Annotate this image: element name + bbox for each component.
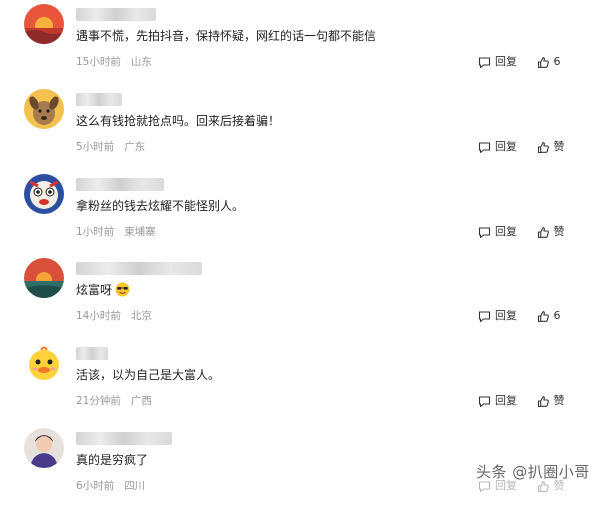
comment-actions: 回复 赞 — [478, 393, 565, 413]
comment-actions: 回复 6 — [478, 308, 561, 328]
avatar[interactable] — [24, 174, 64, 214]
comment-text-content: 炫富呀 — [76, 283, 113, 297]
reply-label: 回复 — [495, 225, 517, 238]
thumbs-up-icon — [537, 310, 549, 322]
comment-time: 15小时前 — [76, 56, 121, 68]
comment-text: 真的是穷疯了 — [76, 453, 149, 467]
username-blurred[interactable] — [76, 262, 202, 275]
like-button[interactable]: 赞 — [537, 393, 565, 409]
reply-button[interactable]: 回复 — [478, 224, 517, 240]
reply-label: 回复 — [495, 55, 517, 68]
username-blurred[interactable] — [76, 8, 156, 21]
comment-location: 广东 — [124, 141, 146, 153]
like-count: 6 — [553, 309, 561, 322]
comment-time: 14小时前 — [76, 310, 121, 322]
like-label: 赞 — [553, 225, 565, 238]
sunglasses-emoji-icon — [115, 282, 130, 301]
username-blurred[interactable] — [76, 432, 172, 445]
comment-meta: 1小时前 柬埔寨 — [76, 225, 156, 239]
like-button[interactable]: 赞 — [537, 139, 565, 155]
username-blurred[interactable] — [76, 347, 108, 360]
reply-label: 回复 — [495, 140, 517, 153]
like-button[interactable]: 6 — [537, 54, 561, 70]
reply-button[interactable]: 回复 — [478, 139, 517, 155]
username-blurred[interactable] — [76, 93, 122, 106]
comment-actions: 回复 赞 — [478, 224, 565, 244]
comment-text: 遇事不慌，先拍抖音，保持怀疑，网红的话一句都不能信 — [76, 29, 377, 43]
comment-location: 柬埔寨 — [124, 226, 156, 238]
comment-actions: 回复 赞 — [478, 139, 565, 159]
reply-label: 回复 — [495, 309, 517, 322]
avatar[interactable] — [24, 258, 64, 298]
like-label: 赞 — [553, 394, 565, 407]
thumbs-up-icon — [537, 141, 549, 153]
username-blurred[interactable] — [76, 178, 164, 191]
comment-item: 炫富呀 14小时前 北京 回复 6 — [0, 258, 600, 343]
reply-button[interactable]: 回复 — [478, 393, 517, 409]
reply-button[interactable]: 回复 — [478, 54, 517, 70]
comment-bubble-icon — [478, 141, 491, 153]
comment-text: 活该，以为自己是大富人。 — [76, 368, 221, 382]
comment-item: 活该，以为自己是大富人。 21分钟前 广西 回复 赞 — [0, 343, 600, 428]
comment-time: 5小时前 — [76, 141, 115, 153]
avatar[interactable] — [24, 4, 64, 44]
comment-item: 拿粉丝的钱去炫耀不能怪别人。 1小时前 柬埔寨 回复 赞 — [0, 174, 600, 259]
avatar[interactable] — [24, 343, 64, 383]
comment-location: 广西 — [130, 395, 152, 407]
comment-bubble-icon — [478, 226, 491, 238]
comment-location: 山东 — [130, 56, 152, 68]
comment-text: 这么有钱抢就抢点吗。回来后接着骗！ — [76, 114, 281, 128]
comment-time: 1小时前 — [76, 226, 115, 238]
comment-bubble-icon — [478, 310, 491, 322]
comment-bubble-icon — [478, 395, 491, 407]
avatar[interactable] — [24, 89, 64, 129]
comment-meta: 6小时前 四川 — [76, 479, 145, 493]
like-button[interactable]: 赞 — [537, 224, 565, 240]
comment-meta: 14小时前 北京 — [76, 309, 152, 323]
reply-button[interactable]: 回复 — [478, 308, 517, 324]
thumbs-up-icon — [537, 226, 549, 238]
comment-meta: 5小时前 广东 — [76, 140, 145, 154]
comment-item: 这么有钱抢就抢点吗。回来后接着骗！ 5小时前 广东 回复 赞 — [0, 89, 600, 174]
avatar[interactable] — [24, 428, 64, 468]
comment-meta: 15小时前 山东 — [76, 55, 152, 69]
comment-text: 拿粉丝的钱去炫耀不能怪别人。 — [76, 199, 245, 213]
thumbs-up-icon — [537, 395, 549, 407]
comment-time: 21分钟前 — [76, 395, 121, 407]
comment-meta: 21分钟前 广西 — [76, 394, 152, 408]
comment-text: 炫富呀 — [76, 282, 130, 301]
comment-item: 遇事不慌，先拍抖音，保持怀疑，网红的话一句都不能信 15小时前 山东 回复 6 — [0, 4, 600, 89]
comment-time: 6小时前 — [76, 480, 115, 492]
comment-location: 四川 — [124, 480, 146, 492]
comment-actions: 回复 6 — [478, 54, 561, 74]
like-label: 赞 — [553, 140, 565, 153]
comment-location: 北京 — [130, 310, 152, 322]
like-button[interactable]: 6 — [537, 308, 561, 324]
like-count: 6 — [553, 55, 561, 68]
watermark: 头条 @扒圈小哥 — [476, 463, 590, 481]
reply-label: 回复 — [495, 394, 517, 407]
thumbs-up-icon — [537, 56, 549, 68]
comment-bubble-icon — [478, 56, 491, 68]
